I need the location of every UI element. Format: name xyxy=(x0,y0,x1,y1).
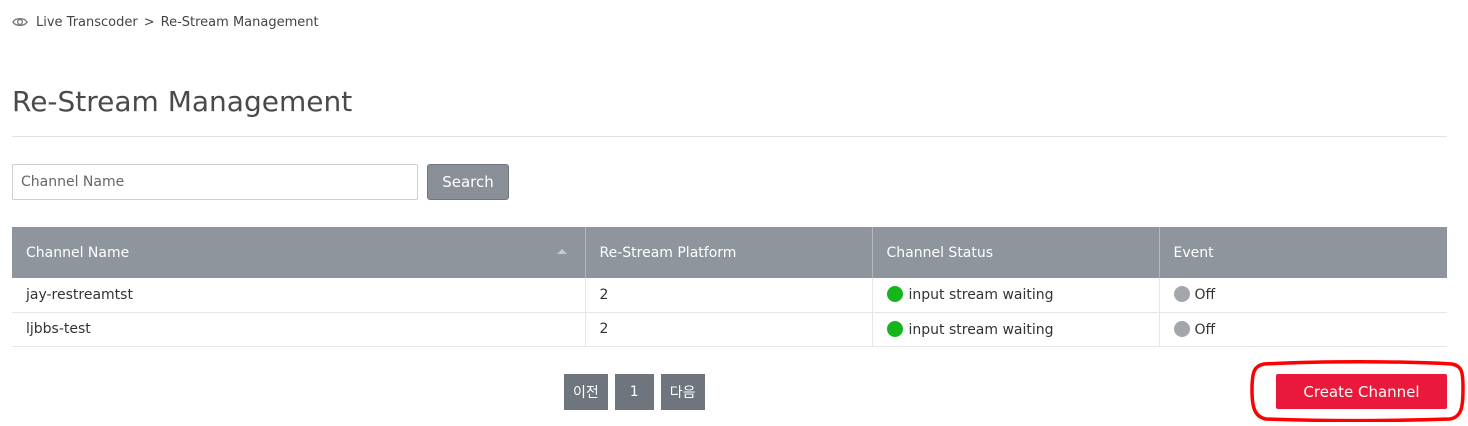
column-header-event[interactable]: Event xyxy=(1159,227,1447,278)
event-cell: Off xyxy=(1159,278,1447,313)
page: Live Transcoder > Re-Stream Management R… xyxy=(0,0,1468,426)
channel-name-search-input[interactable] xyxy=(12,164,418,200)
platform-count-cell: 2 xyxy=(585,312,873,347)
column-header-label: Channel Name xyxy=(26,244,130,261)
event-status-text: Off xyxy=(1194,287,1216,304)
column-header-label: Event xyxy=(1173,244,1214,261)
column-header-channel-name[interactable]: Channel Name xyxy=(12,227,586,278)
event-status-text: Off xyxy=(1194,321,1216,338)
channel-status-text: input stream waiting xyxy=(908,321,1054,338)
channel-status-text: input stream waiting xyxy=(908,287,1054,304)
channel-name-cell[interactable]: jay-restreamtst xyxy=(12,278,586,313)
event-off-dot-icon xyxy=(1173,320,1190,337)
next-page-button[interactable]: 다음 xyxy=(660,374,705,410)
channel-table: Channel Name Re-Stream Platform Channel … xyxy=(12,227,1447,347)
channel-status-cell: input stream waiting xyxy=(872,312,1160,347)
page-number-button[interactable]: 1 xyxy=(614,374,654,410)
column-header-platform[interactable]: Re-Stream Platform xyxy=(585,227,873,278)
column-header-label: Re-Stream Platform xyxy=(599,244,737,261)
platform-count-cell: 2 xyxy=(585,278,873,313)
create-channel-button[interactable]: Create Channel xyxy=(1276,374,1447,409)
channel-name-cell[interactable]: ljbbs-test xyxy=(12,312,586,347)
title-divider xyxy=(12,136,1447,137)
breadcrumb-current: Re-Stream Management xyxy=(160,14,319,30)
status-active-dot-icon xyxy=(886,320,903,337)
table-row[interactable]: jay-restreamtst 2 input stream waiting O… xyxy=(12,278,1447,313)
event-cell: Off xyxy=(1159,312,1447,347)
table-row[interactable]: ljbbs-test 2 input stream waiting Off xyxy=(12,312,1447,347)
eye-icon xyxy=(12,14,28,30)
channel-status-cell: input stream waiting xyxy=(872,278,1160,313)
pagination: 이전 1 다음 xyxy=(564,374,705,410)
table-header-row: Channel Name Re-Stream Platform Channel … xyxy=(12,227,1447,278)
breadcrumb-root[interactable]: Live Transcoder xyxy=(36,15,138,30)
status-active-dot-icon xyxy=(886,286,903,303)
column-header-label: Channel Status xyxy=(886,244,994,261)
breadcrumb-separator: > xyxy=(143,14,155,30)
sort-ascending-icon[interactable] xyxy=(556,249,567,254)
search-button[interactable]: Search xyxy=(427,164,509,200)
event-off-dot-icon xyxy=(1173,286,1190,303)
column-header-status[interactable]: Channel Status xyxy=(872,227,1160,278)
breadcrumb: Live Transcoder > Re-Stream Management xyxy=(12,12,319,32)
page-title: Re-Stream Management xyxy=(12,85,353,118)
previous-page-button[interactable]: 이전 xyxy=(564,374,608,410)
